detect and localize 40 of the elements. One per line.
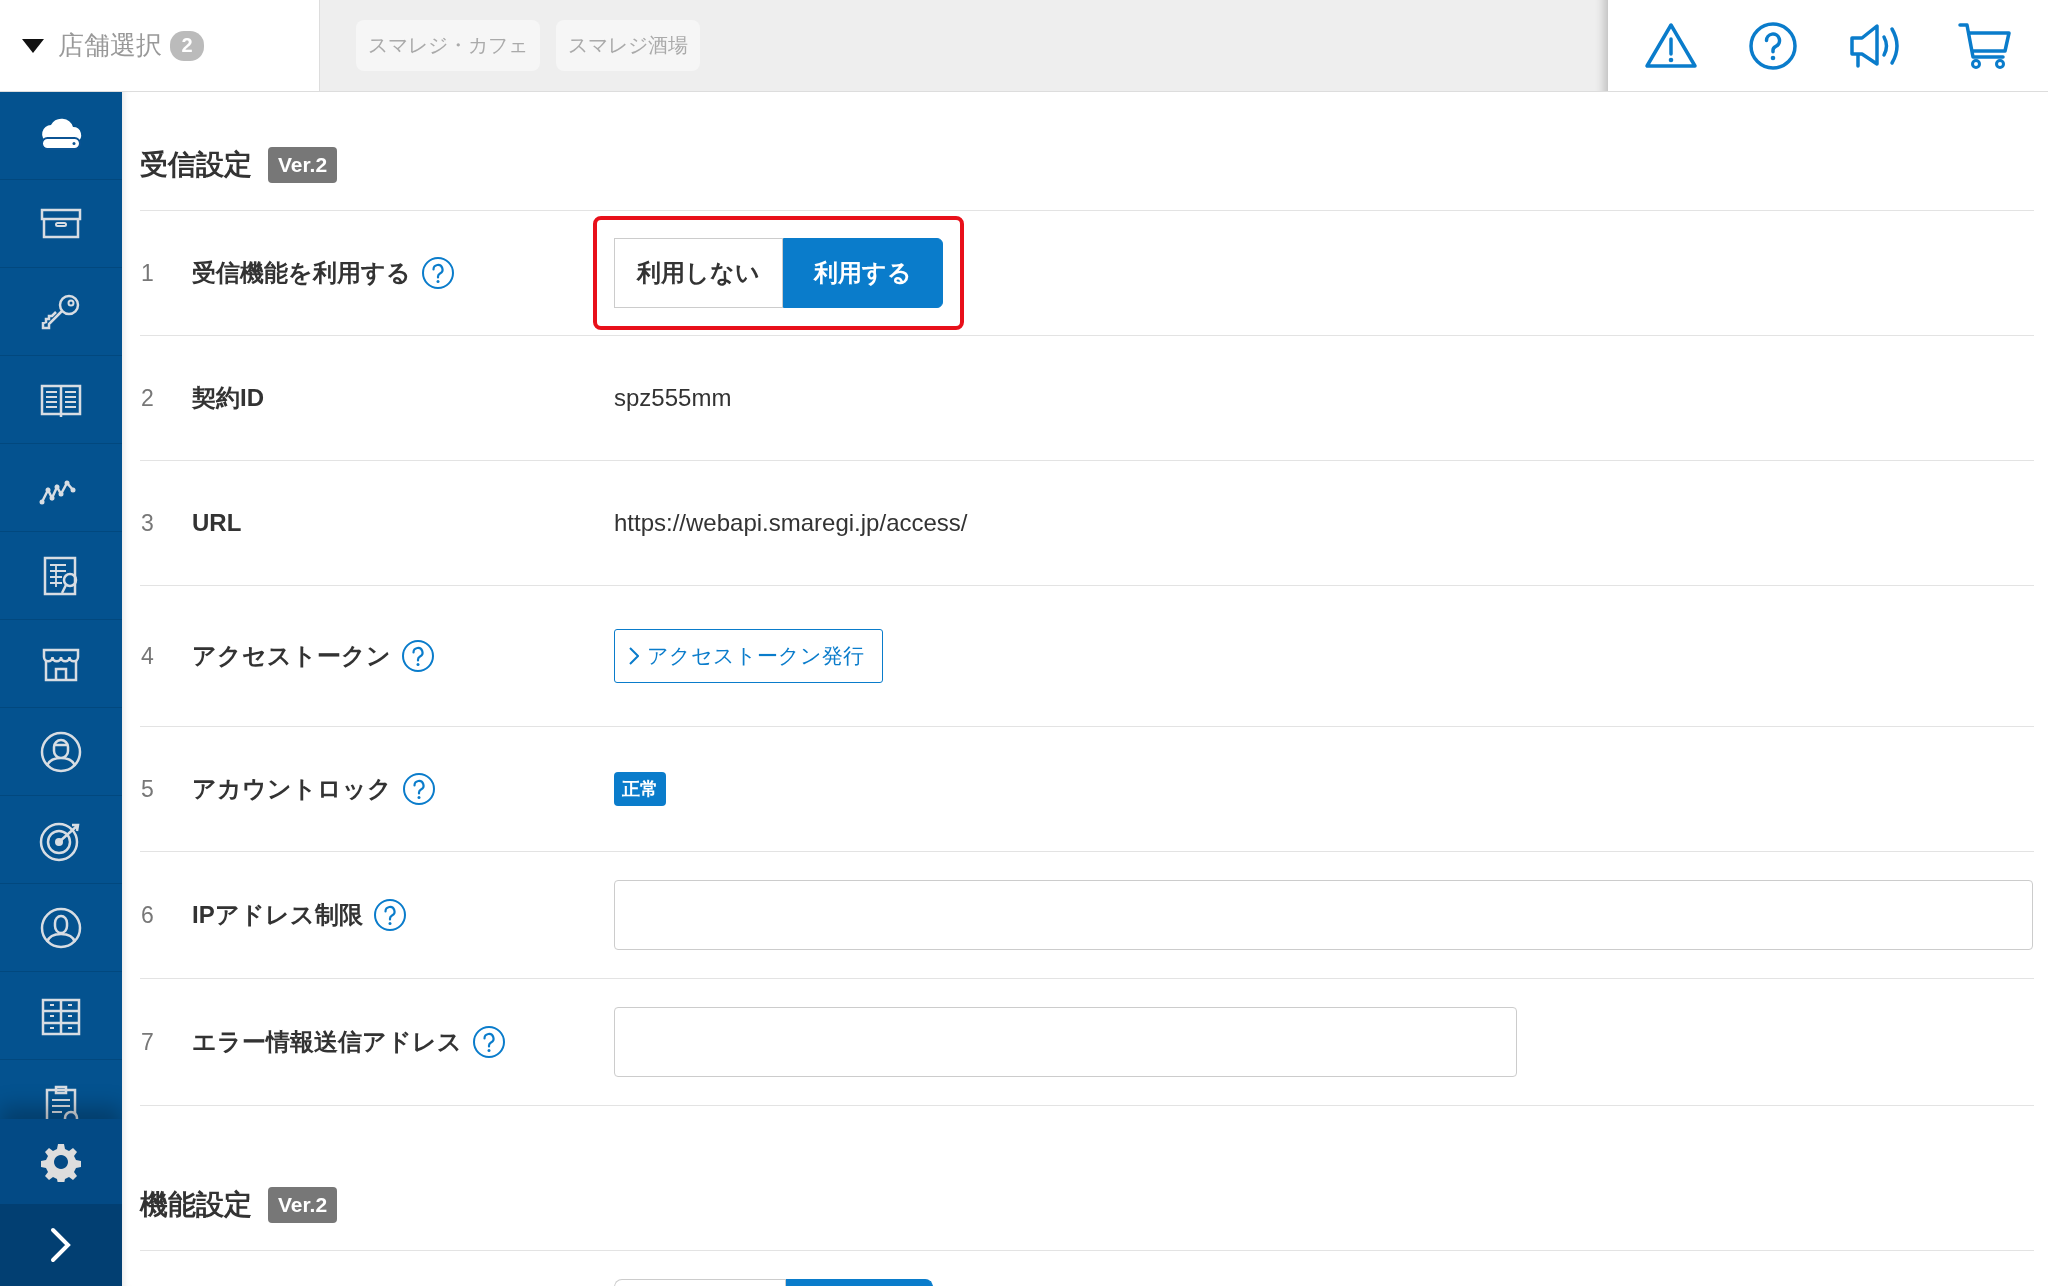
setting-label: エラー情報送信アドレス	[192, 1027, 462, 1057]
setting-value: spz555mm	[614, 384, 732, 412]
store-count-badge: 2	[170, 30, 204, 61]
store-select-label[interactable]: 店舗選択	[58, 28, 162, 63]
input-field[interactable]	[614, 1007, 1517, 1077]
help-icon[interactable]	[421, 256, 455, 290]
setting-label: URL	[192, 509, 242, 537]
dropdown-caret-icon[interactable]	[22, 38, 44, 53]
setting-label: アクセストークン	[192, 641, 391, 671]
row-number: 1	[140, 259, 155, 287]
help-icon[interactable]	[402, 772, 436, 806]
cart-icon[interactable]	[1957, 20, 2014, 71]
row-number: 4	[140, 642, 155, 670]
section-title: 受信設定	[140, 148, 252, 182]
setting-label: 受信機能を利用する	[192, 258, 411, 288]
toggle-option[interactable]: 利用する	[783, 238, 943, 308]
version-badge: Ver.2	[268, 147, 338, 183]
setting-label: 契約ID	[192, 383, 264, 413]
version-badge: Ver.2	[268, 1187, 338, 1223]
row-number: 3	[140, 509, 155, 537]
row-number: 5	[140, 775, 155, 803]
help-icon[interactable]	[401, 639, 435, 673]
section-title: 機能設定	[140, 1188, 252, 1222]
setting-value: https://webapi.smaregi.jp/access/	[614, 509, 968, 537]
issue-token-button[interactable]: アクセストークン発行	[614, 629, 883, 683]
settings-icon[interactable]	[41, 1141, 81, 1182]
help-icon[interactable]	[372, 898, 407, 932]
row-number: 2	[140, 384, 155, 412]
expand-chevron-icon[interactable]	[50, 1227, 72, 1263]
help-icon[interactable]	[472, 1025, 506, 1059]
setting-label: アカウントロック	[192, 774, 392, 804]
input-field[interactable]	[614, 880, 2033, 950]
row-number: 7	[140, 1028, 155, 1056]
help-icon[interactable]	[1748, 20, 1799, 71]
warning-icon[interactable]	[1642, 20, 1699, 71]
row-number: 6	[140, 901, 155, 929]
chevron-right-icon	[629, 647, 639, 665]
setting-label: IPアドレス制限	[192, 900, 363, 930]
toggle-option[interactable]: 利用しない	[614, 238, 783, 308]
status-badge: 正常	[614, 772, 666, 806]
